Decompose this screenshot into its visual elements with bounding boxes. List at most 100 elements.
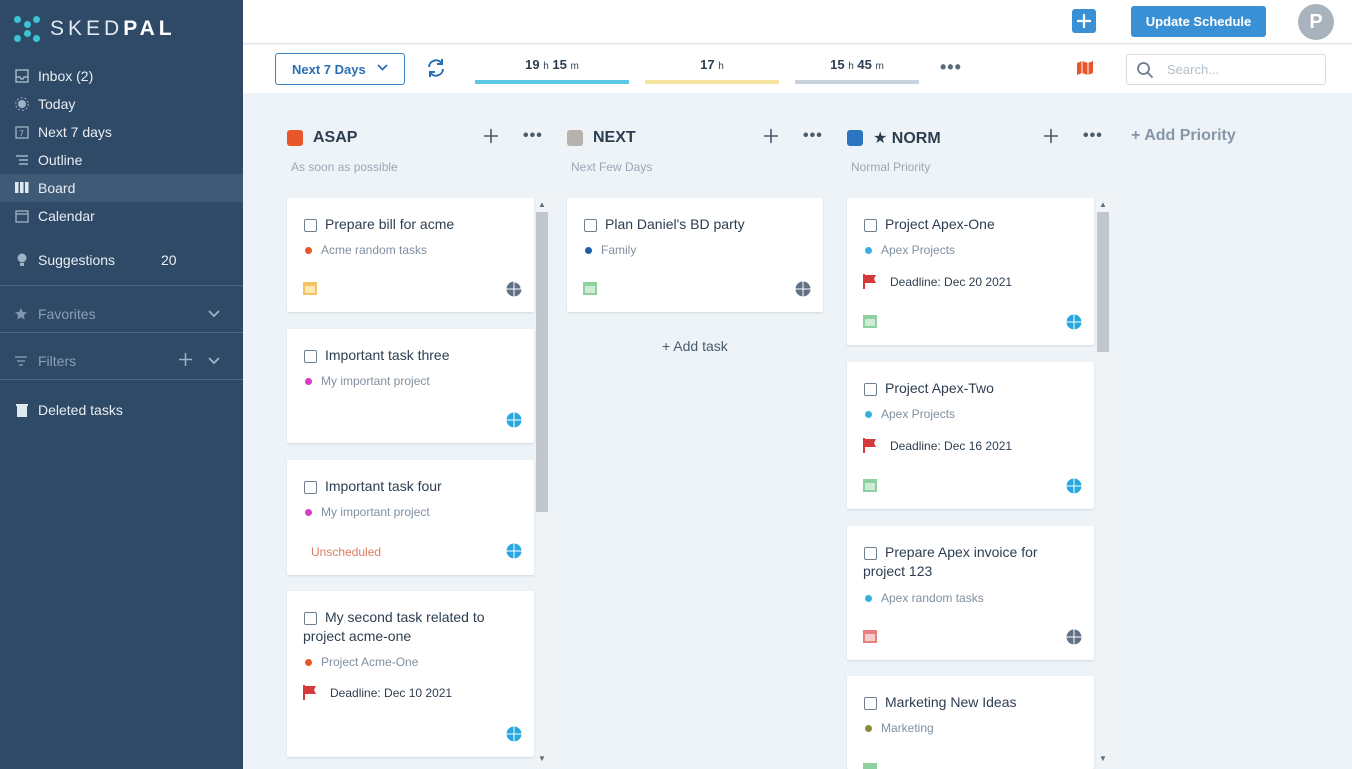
- sidebar-section-filters[interactable]: Filters: [0, 347, 243, 375]
- scroll-down-icon[interactable]: ▼: [536, 754, 548, 763]
- time-summary-2[interactable]: 17 h: [645, 57, 779, 84]
- logo-text: SKEDPAL: [50, 17, 176, 40]
- task-card[interactable]: Project Apex-Two Apex Projects Deadline:…: [847, 362, 1094, 509]
- sidebar-item-today[interactable]: Today: [0, 90, 243, 118]
- calendar-icon[interactable]: [863, 759, 877, 769]
- task-title: Project Apex-Two: [885, 380, 994, 396]
- sidebar-item-suggestions[interactable]: Suggestions 20: [0, 246, 243, 274]
- task-title: Important task four: [325, 478, 442, 494]
- pie-chart-icon[interactable]: [506, 543, 522, 559]
- task-card[interactable]: Prepare Apex invoice for project 123 Ape…: [847, 526, 1094, 660]
- scroll-up-icon[interactable]: ▲: [1097, 200, 1109, 209]
- calendar-icon: [14, 208, 30, 224]
- column-more-icon[interactable]: •••: [523, 127, 543, 145]
- column-more-icon[interactable]: •••: [803, 127, 823, 145]
- task-card[interactable]: Prepare bill for acme Acme random tasks: [287, 198, 534, 312]
- sidebar-section-favorites[interactable]: Favorites: [0, 300, 243, 328]
- outline-icon: [14, 152, 30, 168]
- filter-icon: [14, 354, 30, 368]
- priority-swatch: [567, 130, 583, 146]
- add-task-link[interactable]: + Add task: [662, 338, 728, 354]
- search-box[interactable]: [1126, 54, 1326, 85]
- task-title: Prepare Apex invoice for project 123: [863, 544, 1038, 579]
- add-priority-button[interactable]: + Add Priority: [1131, 127, 1236, 145]
- task-project: Acme random tasks: [305, 243, 427, 257]
- pie-chart-icon[interactable]: [506, 412, 522, 428]
- add-task-to-next-icon[interactable]: [764, 126, 778, 149]
- task-card[interactable]: Important task four My important project…: [287, 460, 534, 575]
- pie-chart-icon[interactable]: [506, 281, 522, 297]
- add-task-to-norm-icon[interactable]: [1044, 126, 1058, 149]
- time-summary-1[interactable]: 19 h 15 m: [475, 57, 629, 84]
- star-icon: [14, 307, 30, 321]
- column-title: ★ NORM: [873, 130, 941, 147]
- app-logo[interactable]: SKEDPAL: [14, 16, 176, 42]
- map-icon[interactable]: [1076, 60, 1094, 76]
- more-icon[interactable]: •••: [940, 57, 962, 78]
- pie-chart-icon[interactable]: [506, 726, 522, 742]
- sidebar-item-outline[interactable]: Outline: [0, 146, 243, 174]
- calendar-7-icon: 7: [14, 124, 30, 140]
- column-more-icon[interactable]: •••: [1083, 127, 1103, 145]
- pie-chart-icon[interactable]: [1066, 478, 1082, 494]
- search-icon: [1136, 61, 1154, 84]
- task-project: Apex Projects: [865, 243, 955, 257]
- add-task-to-asap-icon[interactable]: [484, 126, 498, 149]
- lightbulb-icon: [14, 252, 30, 268]
- sidebar-item-label: Board: [38, 180, 76, 196]
- calendar-icon[interactable]: [303, 281, 317, 295]
- calendar-icon[interactable]: [863, 629, 877, 643]
- sidebar-item-calendar[interactable]: Calendar: [0, 202, 243, 230]
- scroll-thumb[interactable]: [536, 212, 548, 512]
- column-title: NEXT: [593, 129, 636, 146]
- favorites-label: Favorites: [38, 306, 96, 322]
- task-card[interactable]: Marketing New Ideas Marketing: [847, 676, 1094, 769]
- avatar[interactable]: P: [1298, 4, 1334, 40]
- task-project: Family: [585, 243, 636, 257]
- time-bar: [475, 80, 629, 84]
- unscheduled-label: Unscheduled: [311, 545, 382, 559]
- sidebar-item-label: Today: [38, 96, 76, 112]
- calendar-icon[interactable]: [863, 478, 877, 492]
- scroll-up-icon[interactable]: ▲: [536, 200, 548, 209]
- search-input[interactable]: [1167, 62, 1307, 77]
- chevron-down-icon: [377, 61, 388, 75]
- chevron-down-icon[interactable]: [208, 354, 220, 368]
- date-range-select[interactable]: Next 7 Days: [275, 53, 405, 85]
- task-card[interactable]: Plan Daniel's BD party Family: [567, 198, 823, 312]
- pie-chart-icon[interactable]: [1066, 629, 1082, 645]
- task-project: Apex random tasks: [865, 591, 984, 605]
- task-project: My important project: [305, 374, 430, 388]
- date-range-label: Next 7 Days: [292, 61, 366, 77]
- column-title: ASAP: [313, 129, 358, 146]
- task-card[interactable]: Project Apex-One Apex Projects Deadline:…: [847, 198, 1094, 345]
- sun-icon: [14, 96, 30, 112]
- time-summary-3[interactable]: 15 h 45 m: [795, 57, 919, 84]
- pie-chart-icon[interactable]: [1066, 314, 1082, 330]
- task-card[interactable]: Important task three My important projec…: [287, 329, 534, 443]
- add-task-button[interactable]: [1072, 9, 1096, 33]
- scroll-thumb[interactable]: [1097, 212, 1109, 352]
- pie-chart-icon[interactable]: [795, 281, 811, 297]
- scroll-down-icon[interactable]: ▼: [1097, 754, 1109, 763]
- sidebar-item-deleted-tasks[interactable]: Deleted tasks: [0, 396, 243, 424]
- filters-label: Filters: [38, 353, 77, 369]
- update-schedule-button[interactable]: Update Schedule: [1131, 6, 1266, 37]
- task-project: Project Acme-One: [305, 655, 418, 669]
- calendar-icon[interactable]: [863, 314, 877, 328]
- chevron-down-icon[interactable]: [208, 307, 220, 321]
- trash-icon: [14, 402, 30, 418]
- sidebar-item-next-7-days[interactable]: 7 Next 7 days: [0, 118, 243, 146]
- sidebar-item-board[interactable]: Board: [0, 174, 243, 202]
- task-card[interactable]: My second task related to project acme-o…: [287, 591, 534, 757]
- calendar-icon[interactable]: [583, 281, 597, 295]
- sidebar-divider: [0, 332, 243, 333]
- sidebar-item-inbox[interactable]: Inbox (2): [0, 62, 243, 90]
- suggestions-count: 20: [161, 252, 177, 268]
- refresh-icon[interactable]: [425, 57, 447, 79]
- sidebar-item-label: Inbox (2): [38, 68, 94, 84]
- sidebar-item-label: Calendar: [38, 208, 95, 224]
- logo-icon: [14, 16, 40, 42]
- task-title: Plan Daniel's BD party: [605, 216, 745, 232]
- add-filter-icon[interactable]: [179, 350, 192, 371]
